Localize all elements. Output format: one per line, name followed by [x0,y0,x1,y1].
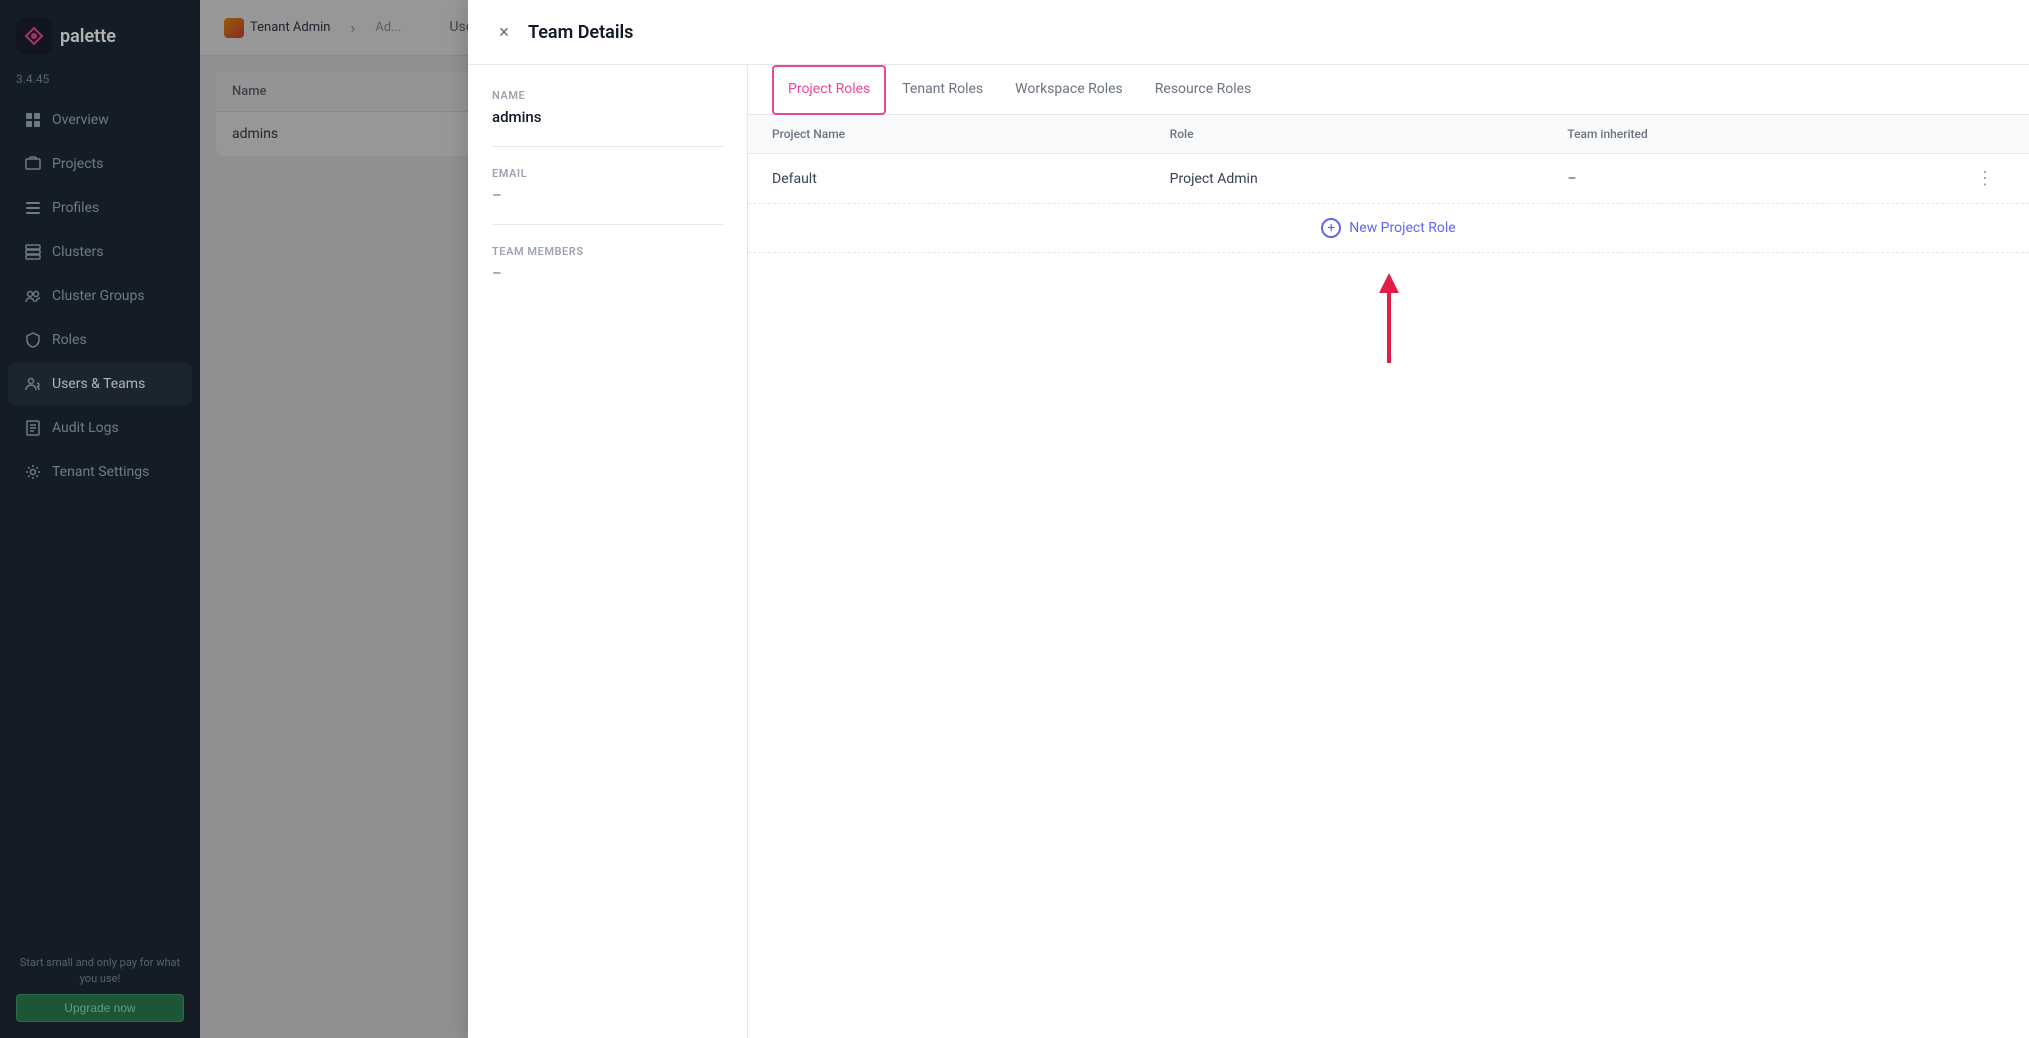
email-label: EMAIL [492,167,723,180]
modal-body: NAME admins EMAIL – TEAM MEMBERS – Proje… [468,65,2029,1038]
col-team-inherited: Team inherited [1567,127,1965,141]
modal-header: × Team Details [468,0,2029,65]
members-field: TEAM MEMBERS – [492,245,723,282]
row-more-button[interactable]: ⋮ [1965,168,2005,189]
col-role: Role [1170,127,1568,141]
name-label: NAME [492,89,723,102]
team-details-modal: × Team Details NAME admins EMAIL – TEAM … [468,0,2029,1038]
tab-resource-roles[interactable]: Resource Roles [1139,65,1267,115]
tab-tenant-roles[interactable]: Tenant Roles [886,65,999,115]
row-project-name: Default [772,171,1170,187]
plus-circle-icon: + [1321,218,1341,238]
row-inherited: – [1567,171,1965,187]
field-separator-1 [492,146,723,147]
name-field: NAME admins [492,89,723,126]
roles-table-header: Project Name Role Team inherited [748,115,2029,154]
email-field: EMAIL – [492,167,723,204]
tab-project-roles[interactable]: Project Roles [772,65,886,115]
new-project-role-label: New Project Role [1349,220,1455,236]
members-value: – [492,264,723,282]
roles-table: Project Name Role Team inherited Default… [748,115,2029,1038]
col-project-name: Project Name [772,127,1170,141]
modal-right-panel: Project Roles Tenant Roles Workspace Rol… [748,65,2029,1038]
name-value: admins [492,108,723,126]
modal-title: Team Details [528,22,633,43]
row-role: Project Admin [1170,171,1568,187]
tab-workspace-roles[interactable]: Workspace Roles [999,65,1139,115]
email-value: – [492,186,723,204]
modal-left-panel: NAME admins EMAIL – TEAM MEMBERS – [468,65,748,1038]
new-project-role-button[interactable]: + New Project Role [748,204,2029,253]
modal-close-button[interactable]: × [492,20,516,44]
table-row: Default Project Admin – ⋮ [748,154,2029,204]
field-separator-2 [492,224,723,225]
arrow-annotation [748,273,2029,373]
role-tabs: Project Roles Tenant Roles Workspace Rol… [748,65,2029,115]
arrow-svg [1364,273,1414,373]
modal-overlay: × Team Details NAME admins EMAIL – TEAM … [0,0,2029,1038]
members-label: TEAM MEMBERS [492,245,723,258]
